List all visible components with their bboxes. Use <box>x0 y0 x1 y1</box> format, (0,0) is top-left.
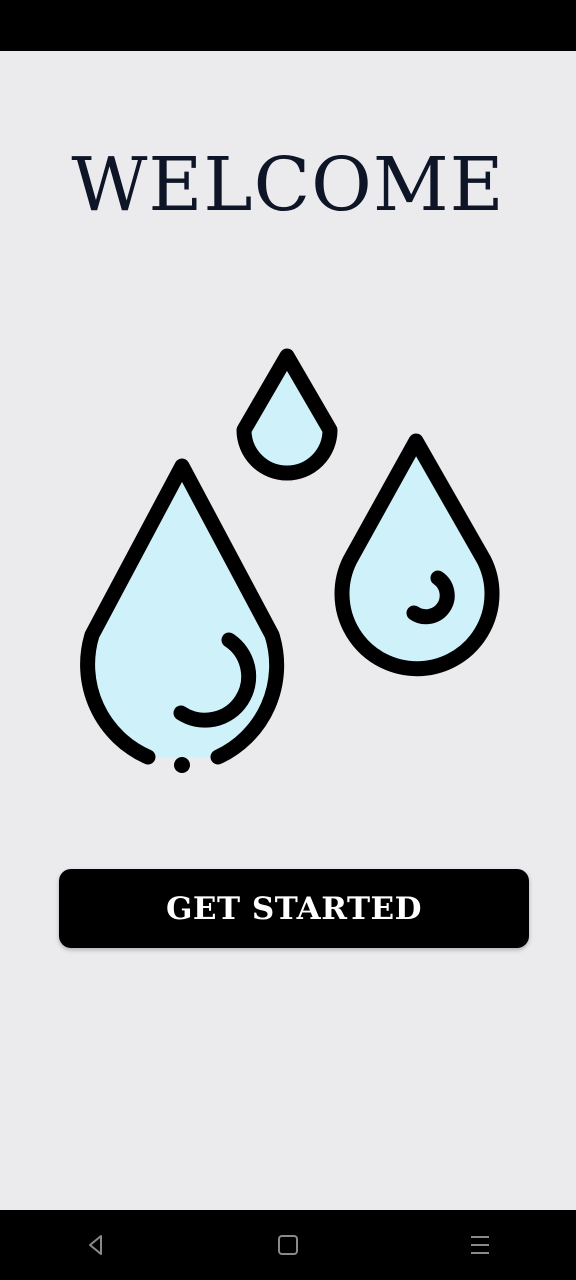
page-title: WELCOME <box>71 142 505 228</box>
system-navigation-bar <box>0 1210 576 1280</box>
home-icon[interactable] <box>258 1215 318 1275</box>
medium-water-drop-icon <box>334 433 500 677</box>
get-started-button[interactable]: GET STARTED <box>59 869 529 948</box>
status-bar <box>0 0 576 51</box>
back-icon[interactable] <box>66 1215 126 1275</box>
large-water-drop-icon <box>80 458 285 773</box>
menu-icon[interactable] <box>450 1215 510 1275</box>
small-water-drop-icon <box>236 348 338 481</box>
water-drops-illustration <box>60 340 520 790</box>
welcome-screen: WELCOME GET STARTED <box>0 0 576 1280</box>
